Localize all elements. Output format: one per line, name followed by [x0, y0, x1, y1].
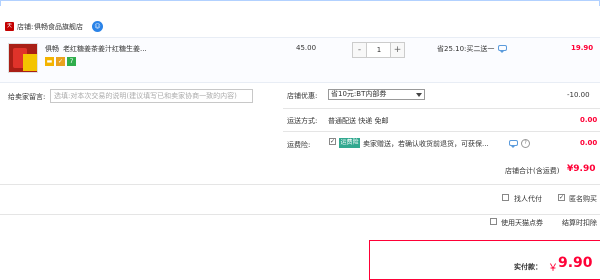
- coupon-label: 店铺优惠:: [287, 92, 318, 100]
- coupon-select[interactable]: 省10元:BT内部券: [328, 89, 425, 100]
- product-thumbnail[interactable]: [8, 43, 38, 73]
- item-subtotal: 19.90: [571, 44, 594, 52]
- item-title-link[interactable]: 老红糖姜茶姜汁红糖生姜...: [63, 44, 147, 54]
- chat-bubble-icon[interactable]: [509, 140, 518, 148]
- promo-text: 省25.10:买二送一: [437, 45, 495, 53]
- coupon-selected: 省10元:BT内部券: [331, 90, 387, 98]
- chat-bubble-icon[interactable]: [498, 45, 507, 53]
- anonymous-checkbox[interactable]: ✓: [558, 194, 565, 201]
- qty-minus-button[interactable]: -: [353, 43, 367, 57]
- currency-symbol: ￥: [548, 263, 558, 274]
- settle-deduct-label: 结算时扣除: [562, 219, 597, 227]
- unit-price: 45.00: [296, 44, 317, 52]
- divider: [283, 108, 600, 109]
- card-icon: ▬: [45, 57, 54, 66]
- chevron-down-icon: [416, 93, 422, 97]
- qty-plus-button[interactable]: +: [390, 43, 404, 57]
- shipping-value: 0.00: [580, 116, 598, 124]
- shop-header: 天猫 店铺: 俱畅食品旗舰店 ☺: [0, 17, 600, 38]
- shop-total-value: ¥9.90: [567, 164, 596, 174]
- divider: [0, 214, 600, 215]
- shop-name-link[interactable]: 俱畅食品旗舰店: [34, 22, 83, 32]
- message-input[interactable]: 选填:对本次交易的说明(建议填写已和卖家协商一致的内容): [50, 89, 253, 103]
- tmall-icon: 天猫: [5, 22, 14, 38]
- coupon-value: -10.00: [567, 91, 590, 99]
- insurance-checkbox[interactable]: ✓: [329, 138, 336, 145]
- insurance-label: 运费险:: [287, 141, 311, 149]
- divider: [283, 131, 600, 132]
- top-border: [0, 0, 600, 1]
- shipping-method: 普通配送 快递 免邮: [328, 117, 389, 125]
- tmall-points-label: 使用天猫点券: [501, 219, 543, 227]
- anonymous-label: 匿名购买: [569, 195, 597, 203]
- actual-payment-label: 实付款：: [514, 263, 542, 271]
- insurance-value: 0.00: [580, 139, 598, 147]
- item-brand[interactable]: 俱畅: [45, 44, 59, 54]
- actual-payment-amount: 9.90: [558, 255, 593, 271]
- tmall-points-checkbox[interactable]: [490, 218, 497, 225]
- shield-icon: ✓: [56, 57, 65, 66]
- qty-input[interactable]: 1: [367, 43, 391, 57]
- divider: [0, 184, 600, 185]
- shop-label: 店铺:: [17, 23, 34, 31]
- top-border-tick: [0, 0, 1, 6]
- pay-for-checkbox[interactable]: [502, 194, 509, 201]
- seven-day-icon: 7: [67, 57, 76, 66]
- quantity-stepper: - 1 +: [352, 42, 405, 58]
- shipping-label: 运送方式:: [287, 117, 318, 125]
- insurance-badge: 运费险: [339, 138, 360, 148]
- insurance-text: 卖家赠送，若确认收货前退货，可获保...: [363, 140, 489, 148]
- wangwang-chat-icon[interactable]: ☺: [92, 21, 103, 32]
- shop-total-label: 店铺合计(含运费): [505, 167, 560, 175]
- help-icon[interactable]: ?: [521, 139, 530, 148]
- pay-for-label: 找人代付: [514, 195, 542, 203]
- message-label: 给卖家留言:: [8, 93, 46, 101]
- box-graphic: [23, 54, 37, 71]
